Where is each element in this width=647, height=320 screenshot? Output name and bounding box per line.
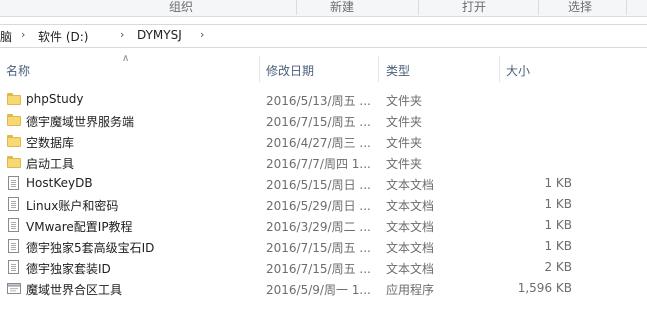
column-divider[interactable] — [259, 56, 260, 82]
file-name: VMware配置IP教程 — [26, 220, 133, 234]
column-header-type[interactable]: 类型 — [386, 62, 410, 79]
column-header-name[interactable]: 名称 — [6, 62, 30, 79]
file-type: 文本文档 — [386, 241, 435, 255]
file-size: 1 KB — [544, 218, 572, 232]
column-header-date[interactable]: 修改日期 — [266, 62, 314, 79]
file-type: 文本文档 — [386, 262, 435, 276]
ribbon-divider — [418, 0, 419, 15]
ribbon-group-organize: 组织 — [169, 0, 194, 14]
column-divider[interactable] — [378, 56, 379, 82]
file-row[interactable]: VMware配置IP教程 2016/3/29/周二 ... 文本文档 1 KB — [0, 215, 647, 236]
chevron-right-icon[interactable]: › — [120, 28, 124, 41]
folder-icon — [7, 155, 21, 169]
breadcrumb-dymysj[interactable]: DYMYSJ — [137, 28, 182, 42]
ribbon-divider — [296, 0, 297, 15]
file-type: 文件夹 — [386, 136, 423, 150]
file-date: 2016/7/15/周五 ... — [266, 115, 371, 129]
file-row[interactable]: phpStudy 2016/5/13/周五 ... 文件夹 — [0, 89, 647, 110]
file-type: 文件夹 — [386, 115, 423, 129]
file-row[interactable]: HostKeyDB 2016/5/15/周日 ... 文本文档 1 KB — [0, 173, 647, 194]
file-type: 应用程序 — [386, 283, 435, 297]
file-row[interactable]: 空数据库 2016/4/27/周三 ... 文件夹 — [0, 131, 647, 152]
file-date: 2016/4/27/周三 ... — [266, 136, 371, 150]
file-date: 2016/5/13/周五 ... — [266, 94, 371, 108]
ribbon-divider — [538, 0, 539, 15]
file-size: 1 KB — [544, 239, 572, 253]
chevron-right-icon[interactable]: › — [21, 28, 25, 41]
chevron-right-icon[interactable]: › — [200, 28, 204, 41]
ribbon-divider — [626, 0, 627, 15]
file-name: 空数据库 — [26, 136, 75, 150]
file-date: 2016/3/29/周二 ... — [266, 220, 371, 234]
file-name: 魔域世界合区工具 — [26, 283, 123, 297]
column-header-row: 名称 修改日期 类型 大小 — [0, 56, 647, 82]
file-row[interactable]: Linux账户和密码 2016/5/29/周日 ... 文本文档 1 KB — [0, 194, 647, 215]
file-type: 文本文档 — [386, 178, 435, 192]
file-name: 德宇独家套装ID — [26, 262, 111, 276]
address-bar[interactable]: 脑 › 软件 (D:) › DYMYSJ › — [0, 24, 647, 48]
ribbon-group-select: 选择 — [568, 0, 593, 14]
breadcrumb-computer[interactable]: 脑 — [0, 28, 12, 45]
text-document-icon — [7, 260, 21, 274]
file-size: 1 KB — [544, 176, 572, 190]
column-divider[interactable] — [499, 56, 500, 82]
file-date: 2016/7/15/周五 ... — [266, 262, 371, 276]
ribbon-group-new: 新建 — [330, 0, 355, 14]
file-date: 2016/7/15/周五 ... — [266, 241, 371, 255]
breadcrumb-drive-d[interactable]: 软件 (D:) — [38, 28, 88, 45]
file-name: 德宇魔域世界服务端 — [26, 115, 135, 129]
file-row[interactable]: 德宇独家套装ID 2016/7/15/周五 ... 文本文档 2 KB — [0, 257, 647, 278]
file-type: 文件夹 — [386, 94, 423, 108]
file-type: 文本文档 — [386, 199, 435, 213]
text-document-icon — [7, 197, 21, 211]
file-name: HostKeyDB — [26, 176, 93, 190]
folder-icon — [7, 134, 21, 148]
file-size: 1 KB — [544, 197, 572, 211]
file-size: 1,596 KB — [517, 281, 572, 295]
file-name: 德宇独家5套高级宝石ID — [26, 241, 155, 255]
file-date: 2016/7/7/周四 1... — [266, 157, 371, 171]
ribbon-group-open: 打开 — [462, 0, 487, 14]
folder-icon — [7, 113, 21, 127]
file-row[interactable]: 德宇独家5套高级宝石ID 2016/7/15/周五 ... 文本文档 1 KB — [0, 236, 647, 257]
file-row[interactable]: 启动工具 2016/7/7/周四 1... 文件夹 — [0, 152, 647, 173]
file-name: 启动工具 — [26, 157, 75, 171]
text-document-icon — [7, 176, 21, 190]
file-row[interactable]: 德宇魔域世界服务端 2016/7/15/周五 ... 文件夹 — [0, 110, 647, 131]
folder-icon — [7, 92, 21, 106]
column-header-size[interactable]: 大小 — [506, 62, 530, 79]
text-document-icon — [7, 218, 21, 232]
application-icon — [7, 281, 21, 295]
text-document-icon — [7, 239, 21, 253]
file-type: 文件夹 — [386, 157, 423, 171]
file-row[interactable]: 魔域世界合区工具 2016/5/9/周一 1... 应用程序 1,596 KB — [0, 278, 647, 299]
file-date: 2016/5/15/周日 ... — [266, 178, 371, 192]
file-size: 2 KB — [544, 260, 572, 274]
file-name: Linux账户和密码 — [26, 199, 119, 213]
file-date: 2016/5/9/周一 1... — [266, 283, 371, 297]
file-name: phpStudy — [26, 92, 84, 106]
file-type: 文本文档 — [386, 220, 435, 234]
file-date: 2016/5/29/周日 ... — [266, 199, 371, 213]
ribbon-groups: 组织 新建 打开 选择 — [0, 0, 647, 17]
